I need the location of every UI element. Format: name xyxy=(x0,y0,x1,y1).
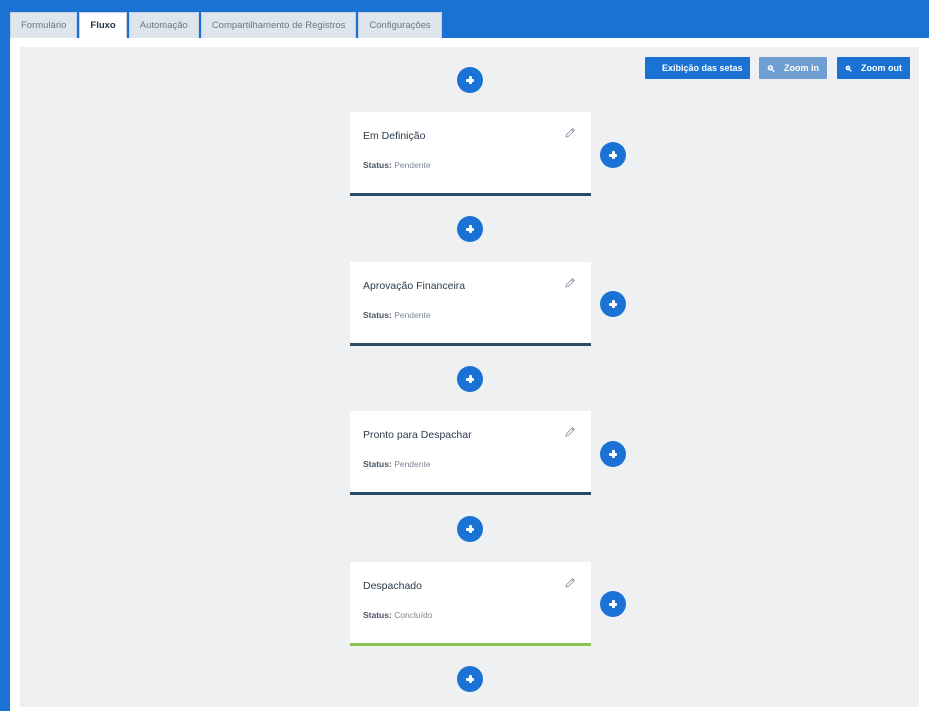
zoom-out-label: Zoom out xyxy=(861,63,902,73)
pencil-icon[interactable] xyxy=(564,426,576,438)
zoom-in-icon xyxy=(767,64,775,72)
tab-configuracoes[interactable]: Configurações xyxy=(358,12,442,38)
stage-status-value: Pendente xyxy=(394,459,431,469)
add-stage-button[interactable] xyxy=(457,666,483,692)
stage-status: Status: Pendente xyxy=(363,310,431,320)
zoom-in-label: Zoom in xyxy=(784,63,819,73)
add-parallel-stage-button[interactable] xyxy=(600,291,626,317)
stage-title: Pronto para Despachar xyxy=(363,429,472,441)
add-stage-button[interactable] xyxy=(457,216,483,242)
add-parallel-stage-button[interactable] xyxy=(600,142,626,168)
add-parallel-stage-button[interactable] xyxy=(600,441,626,467)
tab-automacao[interactable]: Automação xyxy=(128,12,199,38)
add-stage-button[interactable] xyxy=(457,516,483,542)
pencil-icon[interactable] xyxy=(564,577,576,589)
add-stage-button[interactable] xyxy=(457,366,483,392)
stage-card[interactable]: Despachado Status: Concluído xyxy=(350,562,591,646)
tab-compartilhamento[interactable]: Compartilhamento de Registros xyxy=(200,12,357,38)
stage-title: Despachado xyxy=(363,580,422,592)
zoom-out-icon xyxy=(845,65,852,72)
arrows-view-label: Exibição das setas xyxy=(662,63,743,73)
arrows-view-button[interactable]: Exibição das setas xyxy=(645,57,750,79)
pencil-icon[interactable] xyxy=(564,277,576,289)
stage-status-value: Concluído xyxy=(394,610,433,620)
stage-title: Aprovação Financeira xyxy=(363,280,466,292)
stage-card[interactable]: Aprovação Financeira Status: Pendente xyxy=(350,262,591,346)
add-parallel-stage-button[interactable] xyxy=(600,591,626,617)
stage-status-value: Pendente xyxy=(394,160,431,170)
stage-title: Em Definição xyxy=(363,130,426,142)
pencil-icon[interactable] xyxy=(564,127,576,139)
zoom-out-button[interactable]: Zoom out xyxy=(837,57,910,79)
stage-status: Status: Pendente xyxy=(363,160,431,170)
tab-bar: Formulário Fluxo Automação Compartilhame… xyxy=(10,12,444,38)
tab-formulario[interactable]: Formulário xyxy=(10,12,78,38)
stage-status: Status: Concluído xyxy=(363,610,433,620)
tab-fluxo[interactable]: Fluxo xyxy=(79,12,127,38)
left-accent-strip xyxy=(0,38,10,711)
add-stage-button[interactable] xyxy=(457,67,483,93)
stage-status: Status: Pendente xyxy=(363,459,431,469)
stage-card[interactable]: Em Definição Status: Pendente xyxy=(350,112,591,196)
stage-card[interactable]: Pronto para Despachar Status: Pendente xyxy=(350,411,591,495)
stage-status-value: Pendente xyxy=(394,310,431,320)
zoom-in-button[interactable]: Zoom in xyxy=(759,57,827,79)
